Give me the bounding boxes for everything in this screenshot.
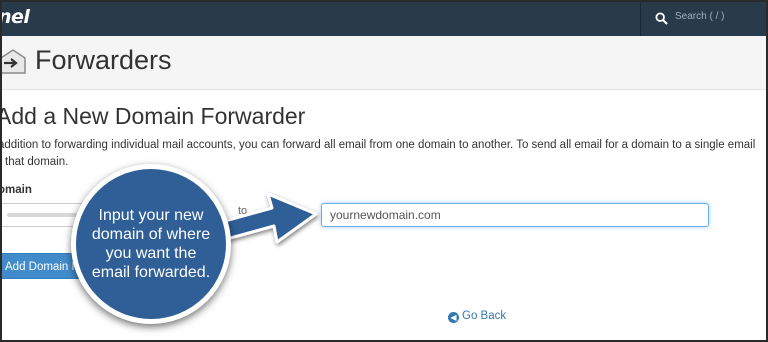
go-back-link[interactable]: ◀ Go Back [448, 310, 506, 323]
callout-text: Input your new domain of where you want … [91, 207, 211, 281]
destination-domain-input[interactable] [321, 203, 709, 227]
cpanel-logo: nel [0, 6, 30, 28]
page-header: Forwarders [2, 36, 766, 90]
go-back-label: Go Back [462, 310, 507, 322]
arrow-left-circle-icon: ◀ [448, 312, 459, 323]
section-description: addition to forwarding individual mail a… [0, 137, 766, 171]
to-label: to [238, 205, 248, 217]
blurred-domain-value [7, 213, 77, 217]
search-placeholder: Search ( / ) [675, 11, 725, 22]
search-icon [655, 12, 668, 25]
page-title: Forwarders [35, 45, 172, 75]
screenshot-frame: nel Search ( / ) Forwarders Add a New Do… [0, 0, 768, 342]
section-title: Add a New Domain Forwarder [0, 103, 306, 129]
top-navigation-bar: nel Search ( / ) [2, 2, 766, 36]
search-box[interactable]: Search ( / ) [640, 2, 766, 36]
domain-label: omain [0, 184, 32, 196]
callout-bubble: Input your new domain of where you want … [71, 164, 231, 324]
forwarders-envelope-icon [2, 49, 26, 74]
description-line: addition to forwarding individual mail a… [0, 139, 756, 151]
description-line: r that domain. [0, 156, 69, 168]
